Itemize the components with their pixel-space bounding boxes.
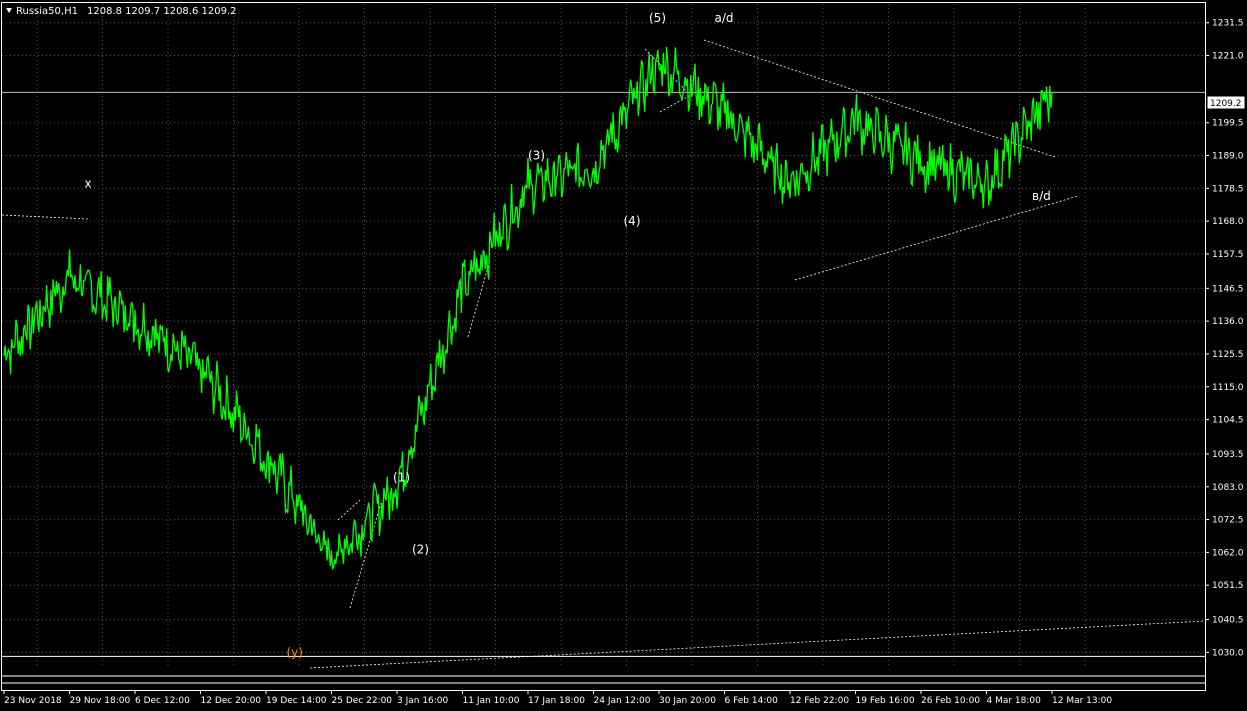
x-tick-label: 12 Mar 13:00: [1052, 696, 1112, 706]
y-tick-label: 1146.5: [1212, 284, 1244, 294]
price-chart[interactable]: 1231.5 1221.0 1199.5 1189.0 1178.5 1168.0 1157…: [0, 0, 1247, 711]
x-tick-label: 19 Dec 14:00: [266, 696, 327, 706]
y-tick-label: 1221.0: [1212, 52, 1244, 62]
y-tick-label: 1136.0: [1212, 317, 1244, 327]
y-tick-label: 1168.0: [1212, 217, 1244, 227]
y-tick-label: 1040.5: [1212, 616, 1244, 626]
x-tick-label: 23 Nov 2018: [4, 696, 62, 706]
wave-label: (3): [528, 149, 545, 163]
x-tick-label: 12 Dec 20:00: [201, 696, 262, 706]
wave-label: (1): [393, 470, 410, 484]
x-tick-label: 3 Jan 16:00: [397, 696, 449, 706]
x-tick-label: 6 Feb 14:00: [725, 696, 779, 706]
y-tick-label: 1115.0: [1212, 383, 1244, 393]
y-tick-label: 1199.5: [1212, 119, 1244, 129]
y-tick-label: 1178.5: [1212, 184, 1244, 194]
y-tick-label: 1093.5: [1212, 450, 1244, 460]
current-price-label: 1209.2: [1210, 99, 1242, 109]
x-tick-label: 26 Feb 10:00: [921, 696, 980, 706]
wave-label: a/d: [715, 11, 734, 25]
x-tick-label: 30 Jan 20:00: [659, 696, 716, 706]
x-tick-label: 24 Jan 12:00: [594, 696, 651, 706]
wave-label: (y): [287, 645, 303, 659]
y-tick-label: 1104.5: [1212, 416, 1244, 426]
y-tick-label: 1189.0: [1212, 152, 1244, 162]
x-tick-label: 6 Dec 12:00: [135, 696, 190, 706]
wave-label: в/d: [1032, 189, 1051, 203]
x-tick-label: 11 Jan 10:00: [463, 696, 520, 706]
x-tick-label: 25 Dec 22:00: [332, 696, 393, 706]
y-tick-label: 1030.0: [1212, 648, 1244, 658]
y-tick-label: 1157.5: [1212, 250, 1244, 260]
y-tick-label: 1072.5: [1212, 516, 1244, 526]
current-price-tag: 1209.2: [1206, 95, 1246, 110]
wave-label: (2): [412, 542, 429, 556]
ohlc-readout: 1208.8 1209.7 1208.6 1209.2: [87, 6, 237, 17]
wave-label: (5): [649, 11, 666, 25]
y-tick-label: 1083.0: [1212, 483, 1244, 493]
chart-header: Russia50,H1 1208.8 1209.7 1208.6 1209.2: [6, 6, 237, 17]
wave-label: (4): [624, 214, 641, 228]
x-tick-label: 29 Nov 18:00: [70, 696, 131, 706]
x-tick-label: 12 Feb 22:00: [790, 696, 849, 706]
x-tick-label: 17 Jan 18:00: [528, 696, 585, 706]
symbol-timeframe: Russia50,H1: [16, 6, 78, 17]
y-tick-label: 1125.5: [1212, 350, 1244, 360]
y-tick-label: 1231.5: [1212, 19, 1244, 29]
x-tick-label: 19 Feb 16:00: [856, 696, 915, 706]
y-tick-label: 1062.0: [1212, 548, 1244, 558]
x-tick-label: 4 Mar 18:00: [987, 696, 1042, 706]
wave-label: x: [85, 177, 92, 191]
y-tick-label: 1051.5: [1212, 581, 1244, 591]
